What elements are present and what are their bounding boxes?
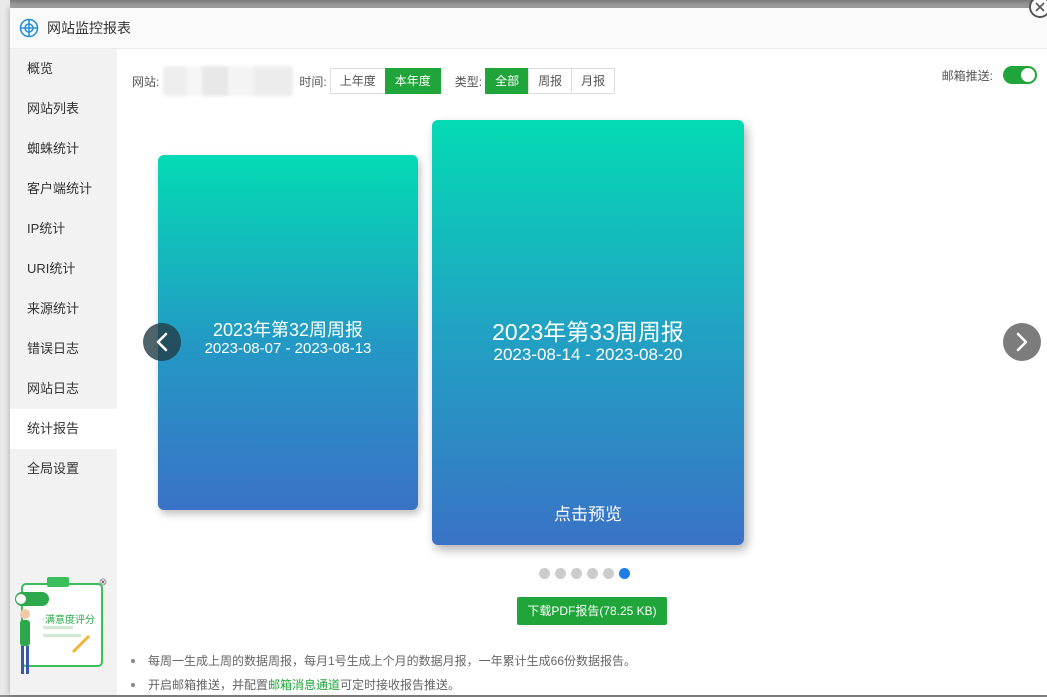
type-option-monthly[interactable]: 月报 <box>571 68 616 94</box>
chevron-right-icon <box>1016 332 1028 352</box>
report-card-title: 2023年第32周周报 <box>212 320 364 340</box>
background-page-top <box>0 0 1047 8</box>
notes: 每周一生成上周的数据周报，每月1号生成上个月的数据月报，一年累计生成66份数据报… <box>131 649 636 697</box>
email-push-switch[interactable] <box>1003 66 1037 84</box>
site-label: 网站: <box>132 74 160 89</box>
sidebar-item-overview[interactable]: 概览 <box>10 49 117 89</box>
satisfaction-survey-label[interactable]: 满意度评分 <box>44 611 96 626</box>
type-option-all[interactable]: 全部 <box>485 68 530 94</box>
bullet-icon <box>131 683 135 687</box>
sidebar-item-client-stats[interactable]: 客户端统计 <box>10 169 117 209</box>
close-icon <box>1035 2 1045 12</box>
note-text-prefix: 开启邮箱推送，并配置 <box>148 678 269 692</box>
report-card-title: 2023年第33周周报 <box>492 319 684 345</box>
carousel-prev-button[interactable] <box>143 323 181 361</box>
note-item: 开启邮箱推送，并配置 邮箱消息通道 可定时接收报告推送。 <box>131 673 636 697</box>
switch-knob <box>1021 68 1035 82</box>
title-bar: 网站监控报表 <box>10 0 1047 49</box>
close-button[interactable] <box>1029 0 1047 18</box>
sidebar-item-site-list[interactable]: 网站列表 <box>10 89 117 129</box>
sidebar-item-spider-stats[interactable]: 蜘蛛统计 <box>10 129 117 169</box>
site-select[interactable] <box>163 66 294 96</box>
carousel-dot[interactable] <box>539 568 550 579</box>
carousel-dot[interactable] <box>603 568 614 579</box>
carousel-dot[interactable] <box>587 568 598 579</box>
preview-link[interactable]: 点击预览 <box>432 500 744 525</box>
filter-bar: 网站: 时间: 上年度 本年度 类型: 全部 周报 月报 <box>132 66 616 96</box>
type-segment: 全部 周报 月报 <box>485 68 616 94</box>
sidebar-item-stats-report[interactable]: 统计报告 <box>10 409 117 449</box>
email-push-control: 邮箱推送: <box>942 66 1037 84</box>
carousel-dot-active[interactable] <box>619 568 630 579</box>
chevron-left-icon <box>156 332 168 352</box>
note-text: 每周一生成上周的数据周报，每月1号生成上个月的数据月报，一年累计生成66份数据报… <box>148 654 637 668</box>
type-option-weekly[interactable]: 周报 <box>528 68 573 94</box>
monitor-logo-icon <box>19 18 39 38</box>
report-card-date-range: 2023-08-07 - 2023-08-13 <box>204 340 372 357</box>
time-segment: 上年度 本年度 <box>329 68 441 94</box>
sidebar-item-ip-stats[interactable]: IP统计 <box>10 209 117 249</box>
sidebar-item-source-stats[interactable]: 来源统计 <box>10 289 117 329</box>
time-option-this-year[interactable]: 本年度 <box>384 68 441 94</box>
note-item: 每周一生成上周的数据周报，每月1号生成上个月的数据月报，一年累计生成66份数据报… <box>131 649 636 673</box>
sidebar-item-site-log[interactable]: 网站日志 <box>10 369 117 409</box>
sidebar-item-global-settings[interactable]: 全局设置 <box>10 449 117 489</box>
report-card-week-33[interactable]: 2023年第33周周报 2023-08-14 - 2023-08-20 点击预览 <box>432 120 744 545</box>
sidebar-item-uri-stats[interactable]: URI统计 <box>10 249 117 289</box>
sidebar-item-error-log[interactable]: 错误日志 <box>10 329 117 369</box>
bullet-icon <box>131 659 135 663</box>
email-push-label: 邮箱推送: <box>941 68 993 83</box>
report-card-week-32[interactable]: 2023年第32周周报 2023-08-07 - 2023-08-13 <box>158 155 418 510</box>
time-option-last-year[interactable]: 上年度 <box>329 68 386 94</box>
note-text-suffix: 可定时接收报告推送。 <box>340 678 461 692</box>
carousel-next-button[interactable] <box>1003 323 1041 361</box>
report-window: 网站监控报表 概览 网站列表 蜘蛛统计 客户端统计 IP统计 URI统计 来源统… <box>10 0 1047 695</box>
main-content: 网站: 时间: 上年度 本年度 类型: 全部 周报 月报 邮箱推送: 2023年… <box>117 49 1047 695</box>
carousel-dots <box>539 568 635 579</box>
email-channel-link[interactable]: 邮箱消息通道 <box>268 673 340 697</box>
report-card-date-range: 2023-08-14 - 2023-08-20 <box>493 345 683 364</box>
carousel-dot[interactable] <box>571 568 582 579</box>
window-title: 网站监控报表 <box>47 20 131 36</box>
carousel-dot[interactable] <box>555 568 566 579</box>
download-pdf-button[interactable]: 下载PDF报告(78.25 KB) <box>517 597 667 625</box>
satisfaction-survey-widget[interactable] <box>7 574 107 684</box>
time-label: 时间: <box>299 74 327 89</box>
type-label: 类型: <box>454 74 483 89</box>
